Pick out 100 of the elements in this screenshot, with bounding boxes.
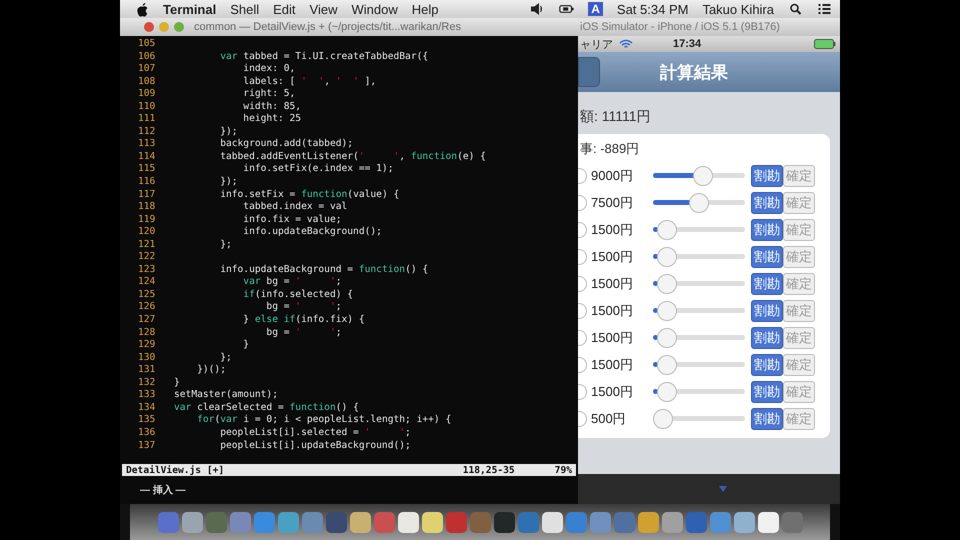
amount-slider[interactable] [653, 192, 745, 212]
search-icon[interactable] [788, 3, 803, 15]
radio-button[interactable] [578, 302, 587, 318]
segment-button[interactable]: 確定 [783, 300, 815, 322]
slider-thumb[interactable] [656, 300, 677, 320]
menu-item[interactable]: Shell [230, 2, 260, 16]
segment-button[interactable]: 確定 [783, 272, 815, 294]
menu-clock[interactable]: Sat 5:34 PM [616, 2, 688, 16]
app-icon[interactable] [662, 512, 682, 532]
input-method-indicator[interactable]: A [588, 2, 603, 16]
person-amount: 1500円 [591, 356, 634, 374]
segment-button[interactable]: 確定 [783, 192, 815, 214]
segment-button[interactable]: 確定 [783, 326, 815, 348]
amount-slider[interactable] [653, 408, 745, 428]
app-icon[interactable] [182, 512, 202, 532]
line-number: 116 [138, 176, 156, 189]
segment-button[interactable]: 割勘 [751, 300, 783, 322]
code-line: for(var i = 0; i < peopleList.length; i++) { [196, 414, 452, 427]
code-line: }; [219, 352, 232, 364]
radio-button[interactable] [578, 330, 587, 346]
back-button[interactable] [578, 57, 600, 87]
code-line: labels: [ ' ', ' ' ], [242, 76, 376, 88]
person-amount: 9000円 [591, 166, 634, 184]
slider-thumb[interactable] [692, 166, 713, 186]
amount-slider[interactable] [653, 382, 745, 402]
amount-slider[interactable] [653, 166, 745, 186]
segment-button[interactable]: 割勘 [751, 246, 783, 268]
app-icon[interactable] [542, 512, 562, 532]
line-number: 135 [138, 414, 156, 427]
down-arrow-icon[interactable] [718, 485, 728, 493]
radio-button[interactable] [578, 276, 587, 292]
segment-button[interactable]: 割勘 [751, 218, 783, 240]
amount-slider[interactable] [653, 354, 745, 374]
segment-button[interactable]: 割勘 [751, 408, 783, 430]
slider-thumb[interactable] [656, 354, 677, 374]
menu-item[interactable]: Window [352, 2, 398, 16]
radio-button[interactable] [578, 168, 587, 184]
segment-button[interactable]: 確定 [783, 354, 815, 376]
slider-thumb[interactable] [653, 408, 673, 428]
segment-button[interactable]: 確定 [783, 218, 815, 240]
radio-button[interactable] [578, 194, 587, 210]
code-line: }; [219, 238, 232, 252]
wifi-icon [619, 39, 633, 49]
segment-button[interactable]: 確定 [783, 380, 815, 402]
menu-item[interactable]: View [310, 2, 338, 16]
line-number: 125 [138, 288, 156, 302]
slider-thumb[interactable] [656, 382, 677, 402]
radio-button[interactable] [578, 222, 587, 238]
segment-button[interactable]: 割勘 [751, 164, 783, 186]
apple-icon[interactable] [136, 2, 149, 16]
amount-slider[interactable] [653, 246, 745, 266]
window-title: common — DetailView.js + (~/projects/tit...warikan/Res [194, 21, 461, 33]
line-number: 128 [138, 326, 156, 340]
amount-slider[interactable] [653, 328, 745, 348]
cursor-position: 118,25-35 [462, 464, 515, 476]
segment-button[interactable]: 確定 [783, 164, 815, 186]
line-number: 126 [138, 301, 156, 314]
amount-slider[interactable] [653, 274, 745, 294]
slider-thumb[interactable] [689, 192, 709, 212]
segment-button[interactable]: 確定 [783, 408, 815, 430]
line-number: 122 [138, 251, 156, 264]
amount-slider[interactable] [653, 300, 745, 320]
menu-item[interactable]: Help [412, 2, 438, 16]
zoom-button[interactable] [174, 22, 184, 32]
menu-app-name[interactable]: Terminal [163, 2, 216, 16]
slider-thumb[interactable] [656, 246, 677, 266]
segment-button[interactable]: 割勘 [751, 326, 783, 348]
segment-button[interactable]: 割勘 [751, 354, 783, 376]
line-number: 109 [138, 88, 156, 101]
radio-button[interactable] [578, 248, 587, 264]
slider-thumb[interactable] [656, 220, 677, 240]
user-name[interactable]: Takuo Kihira [702, 2, 774, 16]
app-icon[interactable] [734, 512, 754, 532]
minimize-button[interactable] [159, 22, 169, 32]
code-line: height: 25 [242, 113, 302, 126]
segment-button[interactable]: 割勘 [751, 380, 783, 402]
app-icon[interactable] [494, 512, 514, 532]
line-number: 129 [138, 339, 156, 352]
app-icon[interactable] [638, 512, 658, 532]
slider-thumb[interactable] [656, 328, 677, 348]
app-icon[interactable] [350, 512, 370, 532]
segment-button[interactable]: 割勘 [751, 272, 783, 294]
app-icon[interactable] [422, 512, 442, 532]
segment-button[interactable]: 割勘 [751, 192, 783, 214]
radio-button[interactable] [578, 384, 587, 400]
slider-thumb[interactable] [656, 274, 677, 294]
radio-button[interactable] [578, 356, 587, 372]
code-line: peopleList[i].selected = ' '; [219, 426, 411, 440]
list-icon[interactable] [817, 3, 832, 15]
person-amount: 1500円 [591, 382, 634, 400]
radio-button[interactable] [578, 410, 587, 426]
line-number: 115 [138, 163, 156, 176]
menu-item[interactable]: Edit [273, 2, 296, 16]
battery-icon[interactable] [559, 3, 574, 15]
segment-button[interactable]: 確定 [783, 246, 815, 268]
amount-slider[interactable] [653, 220, 745, 240]
close-button[interactable] [144, 22, 154, 32]
app-icon[interactable] [758, 512, 778, 532]
app-icon[interactable] [398, 512, 418, 532]
line-number: 120 [138, 226, 156, 239]
